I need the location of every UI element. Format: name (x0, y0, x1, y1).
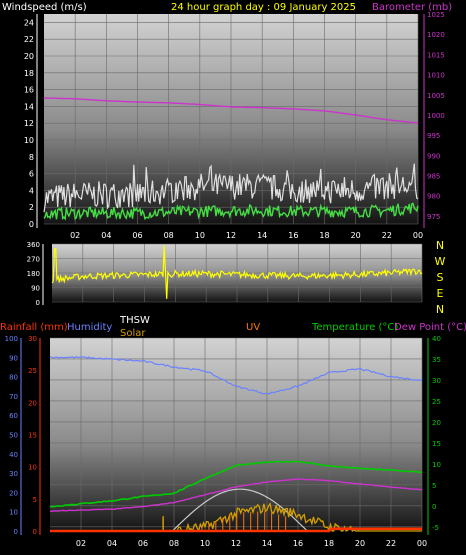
x-tick-label: 16 (288, 231, 298, 240)
wind-tick-label: 0 (29, 220, 34, 229)
direction-letter: N (436, 239, 444, 252)
rainfall-tick-label: 5 (33, 496, 37, 504)
wind-tick-label: 22 (24, 35, 34, 44)
rainfall-tick-label: 20 (28, 399, 37, 407)
x-tick-label: 20 (355, 539, 365, 548)
rainfall-legend: Rainfall (mm) (0, 322, 68, 333)
temperature-tick-label: 30 (432, 377, 441, 385)
x-tick-label: 12 (226, 231, 236, 240)
barometer-tick-label: 995 (427, 132, 440, 140)
rainfall-tick-label: 25 (28, 367, 37, 375)
barometer-tick-label: 985 (427, 173, 440, 181)
direction-letter: E (437, 287, 444, 300)
x-tick-label: 04 (101, 231, 111, 240)
humidity-tick-label: 60 (9, 412, 18, 420)
x-tick-label: 00 (413, 231, 423, 240)
temperature-tick-label: 20 (432, 419, 441, 427)
rainfall-tick-label: 15 (28, 432, 37, 440)
direction-tick-label: 270 (27, 256, 40, 264)
temperature-legend: Temperature (°C) (311, 322, 398, 333)
temperature-tick-label: -5 (432, 524, 439, 532)
temperature-tick-label: 25 (432, 398, 441, 406)
wind-tick-label: 20 (24, 52, 34, 61)
barometer-tick-label: 980 (427, 193, 440, 201)
x-tick-label: 06 (132, 231, 142, 240)
rainfall-tick-label: 10 (28, 464, 37, 472)
direction-tick-label: 90 (31, 285, 40, 293)
weather-graph: Windspeed (m/s) 24 hour graph day : 09 J… (0, 2, 466, 548)
x-tick-label: 18 (319, 231, 329, 240)
x-tick-label: 22 (386, 539, 396, 548)
barometer-tick-label: 990 (427, 152, 440, 160)
humidity-tick-label: 50 (9, 432, 18, 440)
x-tick-label: 10 (195, 231, 205, 240)
wind-tick-label: 6 (29, 170, 34, 179)
wind-tick-label: 4 (29, 186, 34, 195)
humidity-tick-label: 90 (9, 354, 18, 362)
temperature-tick-label: 40 (432, 335, 441, 343)
x-tick-label: 20 (351, 231, 361, 240)
temperature-tick-label: 10 (432, 461, 441, 469)
solar-legend: Solar (120, 328, 146, 339)
x-tick-label: 10 (200, 539, 210, 548)
x-tick-label: 14 (257, 231, 267, 240)
wind-tick-label: 12 (24, 119, 34, 128)
humidity-tick-label: 10 (9, 509, 18, 517)
direction-tick-label: 360 (27, 241, 40, 249)
x-tick-label: 16 (293, 539, 303, 548)
wind-tick-label: 14 (24, 102, 34, 111)
barometer-tick-label: 1025 (427, 11, 445, 19)
x-tick-label: 22 (382, 231, 392, 240)
wind-tick-label: 2 (29, 203, 34, 212)
dewpoint-legend: Dew Point (°C) (394, 322, 466, 333)
rainfall-tick-label: 0 (33, 528, 37, 536)
x-tick-label: 12 (231, 539, 241, 548)
temperature-tick-label: 15 (432, 440, 441, 448)
x-tick-label: 04 (107, 539, 117, 548)
direction-tick-label: 0 (36, 299, 40, 307)
barometer-tick-label: 1010 (427, 72, 445, 80)
x-tick-label: 02 (76, 539, 86, 548)
humidity-tick-label: 20 (9, 489, 18, 497)
temperature-tick-label: 5 (432, 482, 436, 490)
x-tick-label: 18 (324, 539, 334, 548)
wind-tick-label: 16 (24, 86, 34, 95)
windspeed-axis-title: Windspeed (m/s) (2, 2, 87, 13)
humidity-tick-label: 30 (9, 470, 18, 478)
temperature-tick-label: 35 (432, 356, 441, 364)
direction-letters: NWSEN (435, 239, 446, 316)
direction-letter: S (437, 271, 444, 284)
x-tick-label: 14 (262, 539, 272, 548)
humidity-tick-label: 100 (5, 335, 18, 343)
humidity-legend: Humidity (67, 322, 112, 333)
barometer-tick-label: 1000 (427, 112, 445, 120)
direction-tick-label: 180 (27, 270, 40, 278)
direction-letter: W (435, 255, 446, 268)
x-tick-label: 08 (169, 539, 179, 548)
wind-tick-label: 10 (24, 136, 34, 145)
humidity-tick-label: 70 (9, 393, 18, 401)
wind-tick-label: 24 (24, 18, 34, 27)
x-tick-label: 06 (138, 539, 148, 548)
humidity-tick-label: 80 (9, 374, 18, 382)
temperature-tick-label: 0 (432, 503, 436, 511)
barometer-tick-label: 975 (427, 213, 440, 221)
uv-legend: UV (246, 322, 260, 333)
humidity-tick-label: 0 (14, 528, 18, 536)
x-tick-label: 02 (70, 231, 80, 240)
barometer-tick-label: 1005 (427, 92, 445, 100)
wind-tick-label: 18 (24, 69, 34, 78)
barometer-tick-label: 1015 (427, 51, 445, 59)
humidity-tick-label: 40 (9, 451, 18, 459)
thsw-legend: THSW (119, 315, 150, 326)
x-tick-label: 00 (417, 539, 427, 548)
wind-tick-label: 8 (29, 153, 34, 162)
rainfall-tick-label: 30 (28, 335, 37, 343)
graph-title: 24 hour graph day : 09 January 2025 (171, 2, 356, 13)
x-tick-label: 08 (164, 231, 174, 240)
direction-letter: N (436, 303, 444, 316)
barometer-tick-label: 1020 (427, 31, 445, 39)
